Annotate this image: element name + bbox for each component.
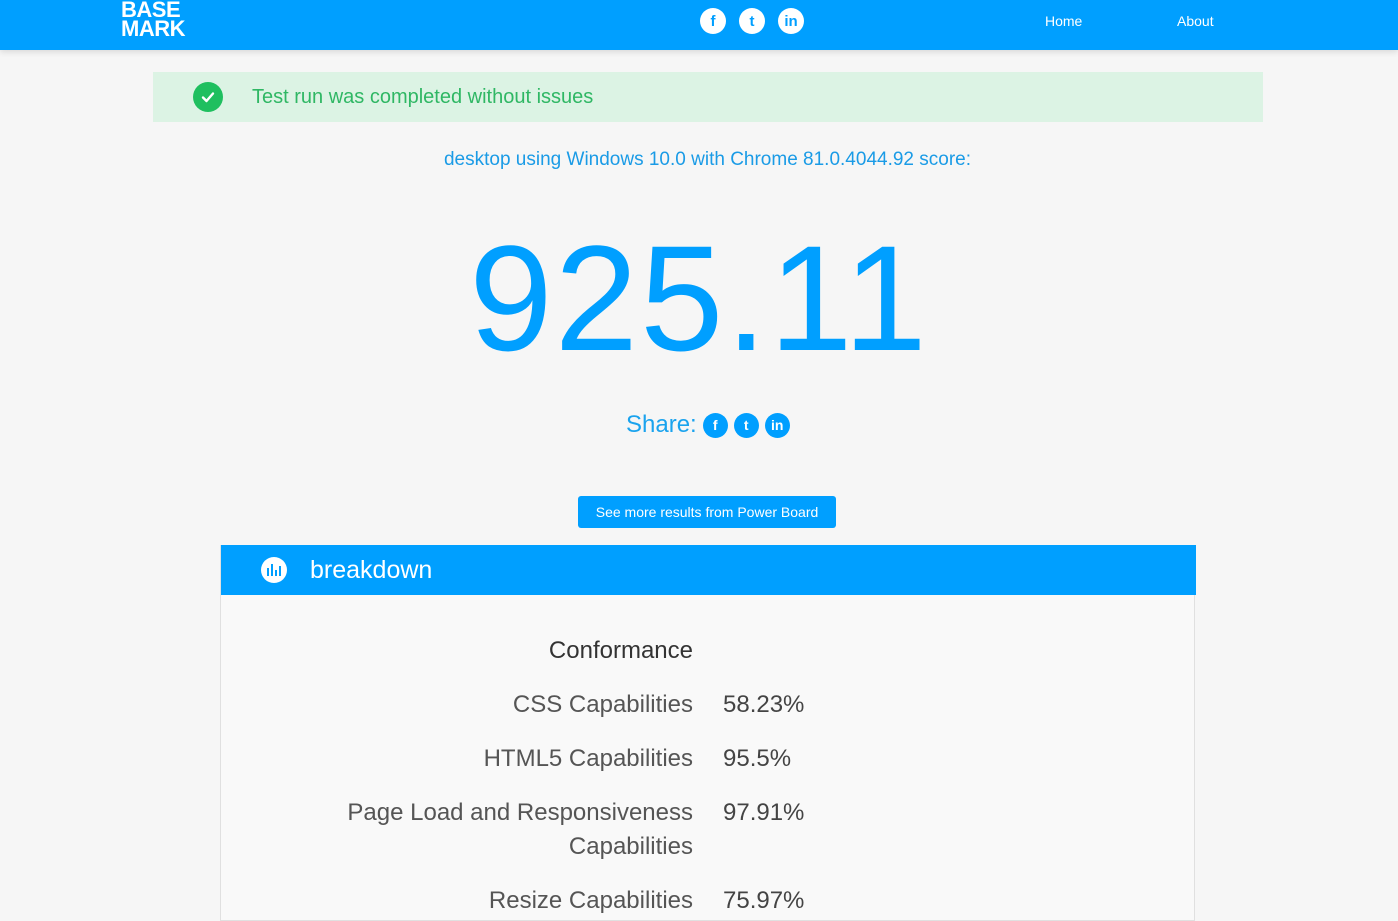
twitter-icon[interactable]: t bbox=[739, 8, 765, 34]
logo-line-2: MARK bbox=[121, 16, 186, 41]
section-title-conformance: Conformance bbox=[548, 637, 693, 664]
breakdown-header[interactable]: breakdown bbox=[221, 545, 1196, 595]
checkmark-icon bbox=[193, 82, 223, 112]
twitter-icon[interactable]: t bbox=[733, 412, 759, 438]
facebook-icon[interactable]: f bbox=[700, 8, 726, 34]
share-bar: Share: f t in bbox=[626, 411, 796, 439]
benchmark-score: 925.11 bbox=[469, 214, 929, 382]
nav-home-link[interactable]: Home bbox=[1045, 13, 1082, 29]
row-label: Page Load and Responsiveness Capabilitie… bbox=[347, 799, 693, 860]
breakdown-title: breakdown bbox=[310, 555, 433, 584]
device-description: desktop using Windows 10.0 with Chrome 8… bbox=[443, 149, 972, 170]
facebook-icon[interactable]: f bbox=[702, 412, 728, 438]
row-value: 58.23% bbox=[723, 691, 805, 718]
row-label: CSS Capabilities bbox=[512, 691, 693, 718]
breakdown-panel: breakdown Conformance CSS Capabilities 5… bbox=[220, 545, 1196, 921]
row-value: 95.5% bbox=[723, 745, 792, 772]
top-navbar: BASE MARK f t in Home About bbox=[0, 0, 1398, 50]
nav-about-link[interactable]: About bbox=[1177, 13, 1214, 29]
bar-chart-icon bbox=[261, 557, 287, 583]
linkedin-icon[interactable]: in bbox=[778, 8, 804, 34]
row-value: 97.91% bbox=[723, 799, 805, 826]
basemark-logo[interactable]: BASE MARK bbox=[121, 0, 186, 41]
social-links: f t in bbox=[700, 8, 804, 34]
linkedin-icon[interactable]: in bbox=[764, 412, 790, 438]
row-label: Resize Capabilities bbox=[488, 887, 693, 914]
share-label: Share: bbox=[626, 411, 697, 438]
success-alert: Test run was completed without issues bbox=[153, 72, 1263, 122]
see-more-results-button[interactable]: See more results from Power Board bbox=[578, 496, 836, 528]
row-value: 75.97% bbox=[723, 887, 805, 914]
alert-message: Test run was completed without issues bbox=[252, 85, 594, 108]
row-label: HTML5 Capabilities bbox=[483, 745, 693, 772]
